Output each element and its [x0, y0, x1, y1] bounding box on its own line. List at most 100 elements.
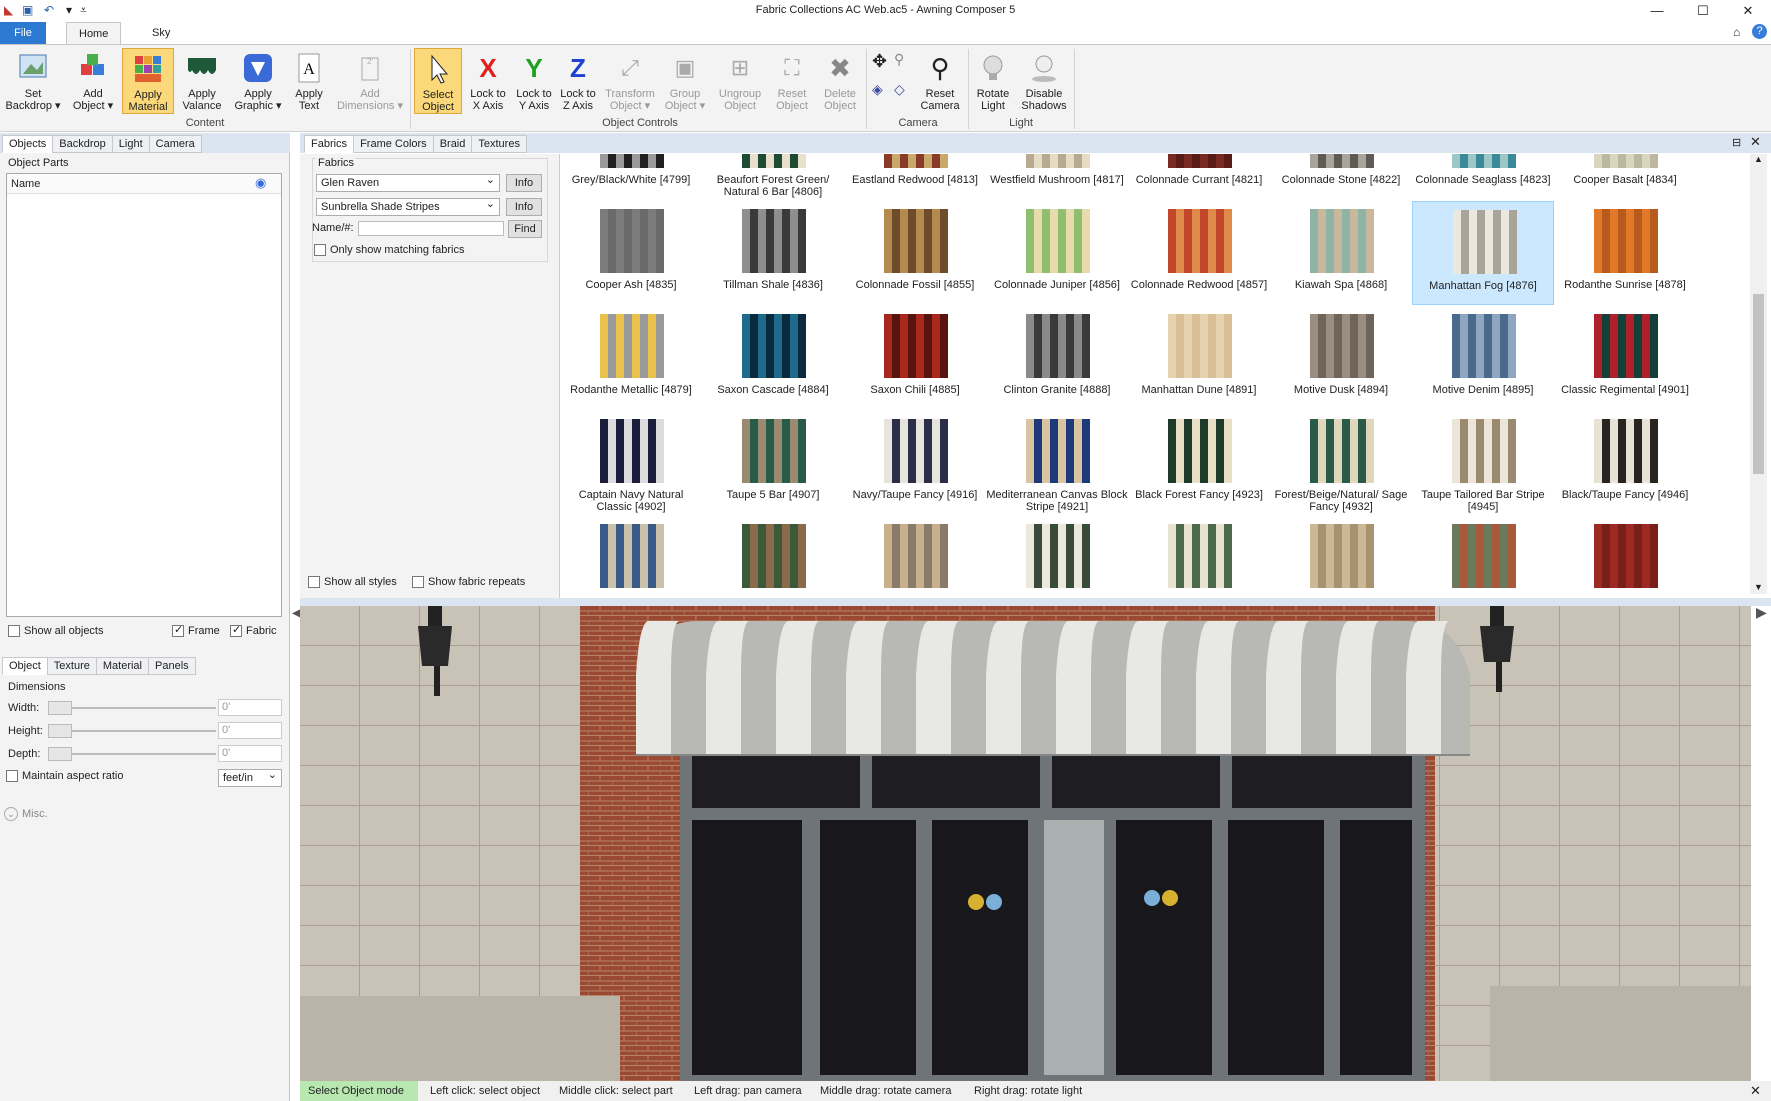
add-object-button[interactable]: Add Object ▾ [68, 48, 118, 114]
apply-text-button[interactable]: A Apply Text [290, 48, 328, 114]
ungroup-object-button[interactable]: ⊞ Ungroup Object [714, 48, 766, 114]
units-select[interactable]: feet/in [218, 767, 282, 787]
panel-close-icon[interactable]: ✕ [1750, 134, 1761, 150]
tab-material[interactable]: Material [95, 657, 149, 675]
name-column-header[interactable]: Name [11, 178, 40, 190]
help-icon[interactable]: ? [1752, 24, 1767, 39]
fabric-swatch-item[interactable]: Colonnade Redwood [4857] [1128, 201, 1270, 305]
lock-y-button[interactable]: Y Lock to Y Axis [512, 48, 556, 114]
fabric-swatch-item[interactable] [1270, 516, 1412, 594]
height-field[interactable]: 0' [218, 722, 282, 739]
show-all-objects-checkbox[interactable]: Show all objects [8, 625, 104, 638]
group-object-button[interactable]: ▣ Group Object ▾ [660, 48, 710, 114]
3d-viewport[interactable] [300, 606, 1751, 1081]
apply-material-button[interactable]: Apply Material [122, 48, 174, 114]
status-close-icon[interactable]: ✕ [1750, 1081, 1761, 1101]
fabric-swatch-item[interactable]: Tillman Shale [4836] [702, 201, 844, 305]
fabric-swatch-item[interactable]: Cooper Ash [4835] [560, 201, 702, 305]
fabric-swatch-item[interactable]: Navy/Taupe Fancy [4916] [844, 411, 986, 515]
tab-objects[interactable]: Objects [2, 135, 54, 153]
reset-camera-button[interactable]: ⚲ Reset Camera [916, 48, 964, 114]
fabric-swatch-item[interactable]: Fern/Heather Beige [1128, 516, 1270, 594]
fabric-swatch-item[interactable]: Grey/Black/White [4799] [560, 154, 702, 200]
pan-icon[interactable]: ✥ [872, 51, 887, 72]
lock-z-button[interactable]: Z Lock to Z Axis [556, 48, 600, 114]
select-object-button[interactable]: Select Object [414, 48, 462, 114]
fabric-grid-scrollbar[interactable]: ▲ ▼ [1750, 154, 1767, 594]
show-fabric-repeats-checkbox[interactable]: Show fabric repeats [412, 576, 525, 589]
visibility-eye-icon[interactable]: ◉ [255, 175, 266, 191]
fabric-swatch-item[interactable]: Colonnade Juniper [4856] [986, 201, 1128, 305]
fabric-swatch-item[interactable]: Forest Vintage Bar [702, 516, 844, 594]
fabric-swatch-item[interactable]: Eastland Redwood [4813] [844, 154, 986, 200]
fabric-swatch-item[interactable]: Cooper Basalt [4834] [1554, 154, 1696, 200]
frame-checkbox[interactable]: Frame [172, 623, 220, 638]
scroll-up-icon[interactable]: ▲ [1754, 154, 1763, 164]
scroll-down-icon[interactable]: ▼ [1754, 582, 1763, 592]
fabric-swatch-item[interactable]: Motive Dusk [4894] [1270, 306, 1412, 410]
maintain-aspect-checkbox[interactable]: Maintain aspect ratio [6, 770, 124, 783]
collection-info-button[interactable]: Info [506, 198, 542, 216]
pin-icon[interactable]: ⊟ [1732, 136, 1741, 149]
maximize-button[interactable]: ☐ [1680, 0, 1726, 22]
object-parts-list[interactable]: Name ◉ [6, 173, 282, 617]
show-all-styles-checkbox[interactable]: Show all styles [308, 576, 397, 589]
fabric-swatch-item[interactable]: Saxon Chili [4885] [844, 306, 986, 410]
fabric-swatch-item[interactable]: Sapphire Vintage Bar [560, 516, 702, 594]
fabric-swatch-item[interactable]: Colonnade Fossil [4855] [844, 201, 986, 305]
fabric-swatch-item[interactable]: Mediterranean Canvas Block Stripe [4921] [986, 411, 1128, 515]
zoom-icon[interactable]: ⚲ [894, 51, 904, 68]
fabric-swatch-item[interactable]: Colonnade Currant [4821] [1128, 154, 1270, 200]
scroll-thumb[interactable] [1753, 294, 1764, 474]
tab-panels[interactable]: Panels [148, 657, 196, 675]
apply-graphic-button[interactable]: Apply Graphic ▾ [230, 48, 286, 114]
fabric-swatch-item[interactable]: Colonnade Seaglass [4823] [1412, 154, 1554, 200]
fabric-swatch-item[interactable]: Heather Beige Classic [844, 516, 986, 594]
close-button[interactable]: ✕ [1725, 0, 1771, 22]
collapse-right-icon[interactable]: ▶ [1756, 604, 1767, 621]
set-backdrop-button[interactable]: Set Backdrop ▾ [4, 48, 62, 114]
fabric-swatch-item[interactable]: Rodanthe Sunrise [4878] [1554, 201, 1696, 305]
tab-home[interactable]: Home [66, 22, 122, 44]
find-button[interactable]: Find [508, 220, 542, 238]
fabric-swatch-item[interactable]: Colonnade Stone [4822] [1270, 154, 1412, 200]
add-dimensions-button[interactable]: 2' Add Dimensions ▾ [334, 48, 406, 114]
fabric-swatch-item[interactable]: Black/Taupe Fancy [4946] [1554, 411, 1696, 515]
fabric-swatch-item[interactable]: Saxon Cascade [4884] [702, 306, 844, 410]
fabric-swatch-item[interactable]: Manhattan Fog [4876] [1412, 201, 1554, 305]
fabric-swatch-item[interactable]: Black Forest Fancy [4923] [1128, 411, 1270, 515]
minimize-button[interactable]: — [1634, 0, 1680, 22]
delete-object-button[interactable]: ✖ Delete Object [818, 48, 862, 114]
tab-sky[interactable]: Sky [140, 22, 182, 44]
fabric-swatch-item[interactable]: Taupe 5 Bar [4907] [702, 411, 844, 515]
fabric-swatch-item[interactable]: Forest/Beige/Natural/ Sage Fancy [4932] [1270, 411, 1412, 515]
misc-expander[interactable]: ⌄ Misc. [4, 807, 48, 821]
manufacturer-select[interactable]: Glen Raven [316, 172, 500, 192]
fabric-swatch-item[interactable]: Clinton Granite [4888] [986, 306, 1128, 410]
orbit-icon[interactable]: ◈ [872, 81, 883, 98]
fabric-checkbox[interactable]: Fabric [230, 623, 277, 638]
only-matching-checkbox[interactable]: Only show matching fabrics [314, 244, 465, 257]
tab-backdrop[interactable]: Backdrop [52, 135, 113, 153]
fabric-swatch-item[interactable]: Manhattan Dune [4891] [1128, 306, 1270, 410]
fabric-swatch-item[interactable]: Taupe Tailored Bar Stripe [4945] [1412, 411, 1554, 515]
height-slider[interactable] [48, 724, 216, 738]
fabric-swatch-item[interactable]: Westfield Mushroom [4817] [986, 154, 1128, 200]
collection-select[interactable]: Sunbrella Shade Stripes [316, 196, 500, 216]
tab-light[interactable]: Light [111, 135, 150, 153]
fabric-swatch-item[interactable] [1554, 516, 1696, 594]
tab-fabrics[interactable]: Fabrics [304, 135, 355, 153]
depth-slider[interactable] [48, 747, 216, 761]
disable-shadows-button[interactable]: Disable Shadows [1018, 48, 1070, 114]
fabric-swatch-item[interactable]: Motive Denim [4895] [1412, 306, 1554, 410]
reset-object-button[interactable]: ⛶ Reset Object [768, 48, 816, 114]
tab-frame-colors[interactable]: Frame Colors [353, 135, 434, 153]
tab-braid[interactable]: Braid [432, 135, 473, 153]
manufacturer-info-button[interactable]: Info [506, 174, 542, 192]
collapse-ribbon-icon[interactable]: ⌂ [1733, 25, 1740, 39]
width-slider[interactable] [48, 701, 216, 715]
fabric-swatch-item[interactable]: Beaufort Forest Green/ Natural 6 Bar [48… [702, 154, 844, 200]
name-search-input[interactable] [358, 221, 504, 236]
apply-valance-button[interactable]: Apply Valance [178, 48, 226, 114]
transform-object-button[interactable]: ⤢ Transform Object ▾ [602, 48, 658, 114]
